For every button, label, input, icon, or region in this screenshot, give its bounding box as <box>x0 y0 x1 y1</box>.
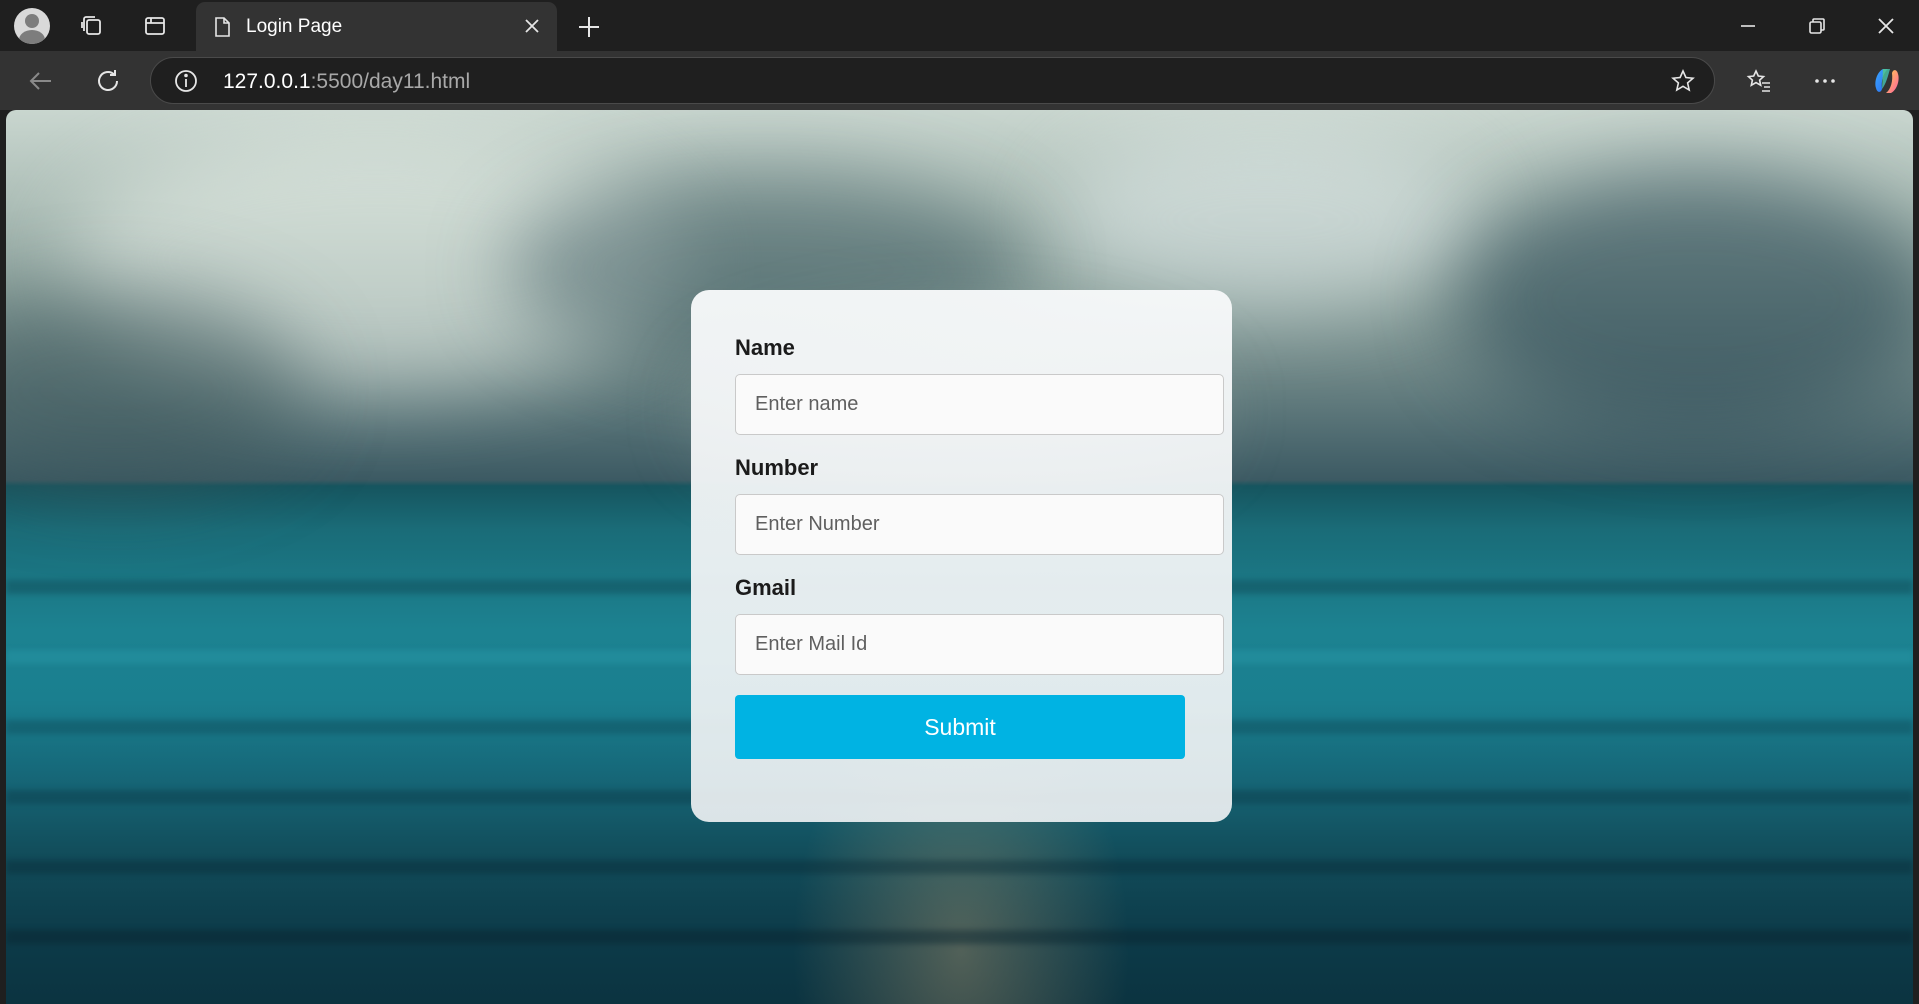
restore-icon[interactable] <box>1797 10 1837 42</box>
page-viewport: Name Number Gmail Submit <box>6 110 1913 1004</box>
close-tab-icon[interactable] <box>521 15 543 37</box>
gmail-input[interactable] <box>735 614 1224 675</box>
number-input[interactable] <box>735 494 1224 555</box>
browser-toolbar: 127.0.0.1:5500/day11.html <box>0 51 1919 110</box>
refresh-icon[interactable] <box>89 62 127 100</box>
name-label: Name <box>735 335 795 360</box>
workspaces-icon[interactable] <box>74 8 110 44</box>
address-bar[interactable]: 127.0.0.1:5500/day11.html <box>150 57 1715 104</box>
profile-avatar-icon[interactable] <box>14 8 50 44</box>
tab-title: Login Page <box>246 16 343 37</box>
submit-button[interactable]: Submit <box>735 695 1185 759</box>
more-icon[interactable] <box>1806 62 1844 100</box>
url-text: 127.0.0.1:5500/day11.html <box>223 70 471 93</box>
back-arrow-icon[interactable] <box>22 62 60 100</box>
number-label: Number <box>735 455 819 480</box>
minimize-icon[interactable] <box>1728 10 1768 42</box>
copilot-icon[interactable] <box>1868 62 1906 100</box>
tab-actions-icon[interactable] <box>137 8 173 44</box>
favorite-star-icon[interactable] <box>1670 68 1696 94</box>
page-icon <box>215 17 230 37</box>
name-input[interactable] <box>735 374 1224 435</box>
login-form-card: Name Number Gmail Submit <box>691 290 1232 822</box>
favorites-icon[interactable] <box>1740 62 1778 100</box>
site-info-icon[interactable] <box>173 68 199 94</box>
new-tab-plus-icon[interactable] <box>572 10 606 44</box>
gmail-label: Gmail <box>735 575 797 600</box>
tab-login-page[interactable]: Login Page <box>196 2 557 51</box>
close-window-icon[interactable] <box>1866 10 1906 42</box>
title-bar: Login Page <box>0 0 1919 51</box>
